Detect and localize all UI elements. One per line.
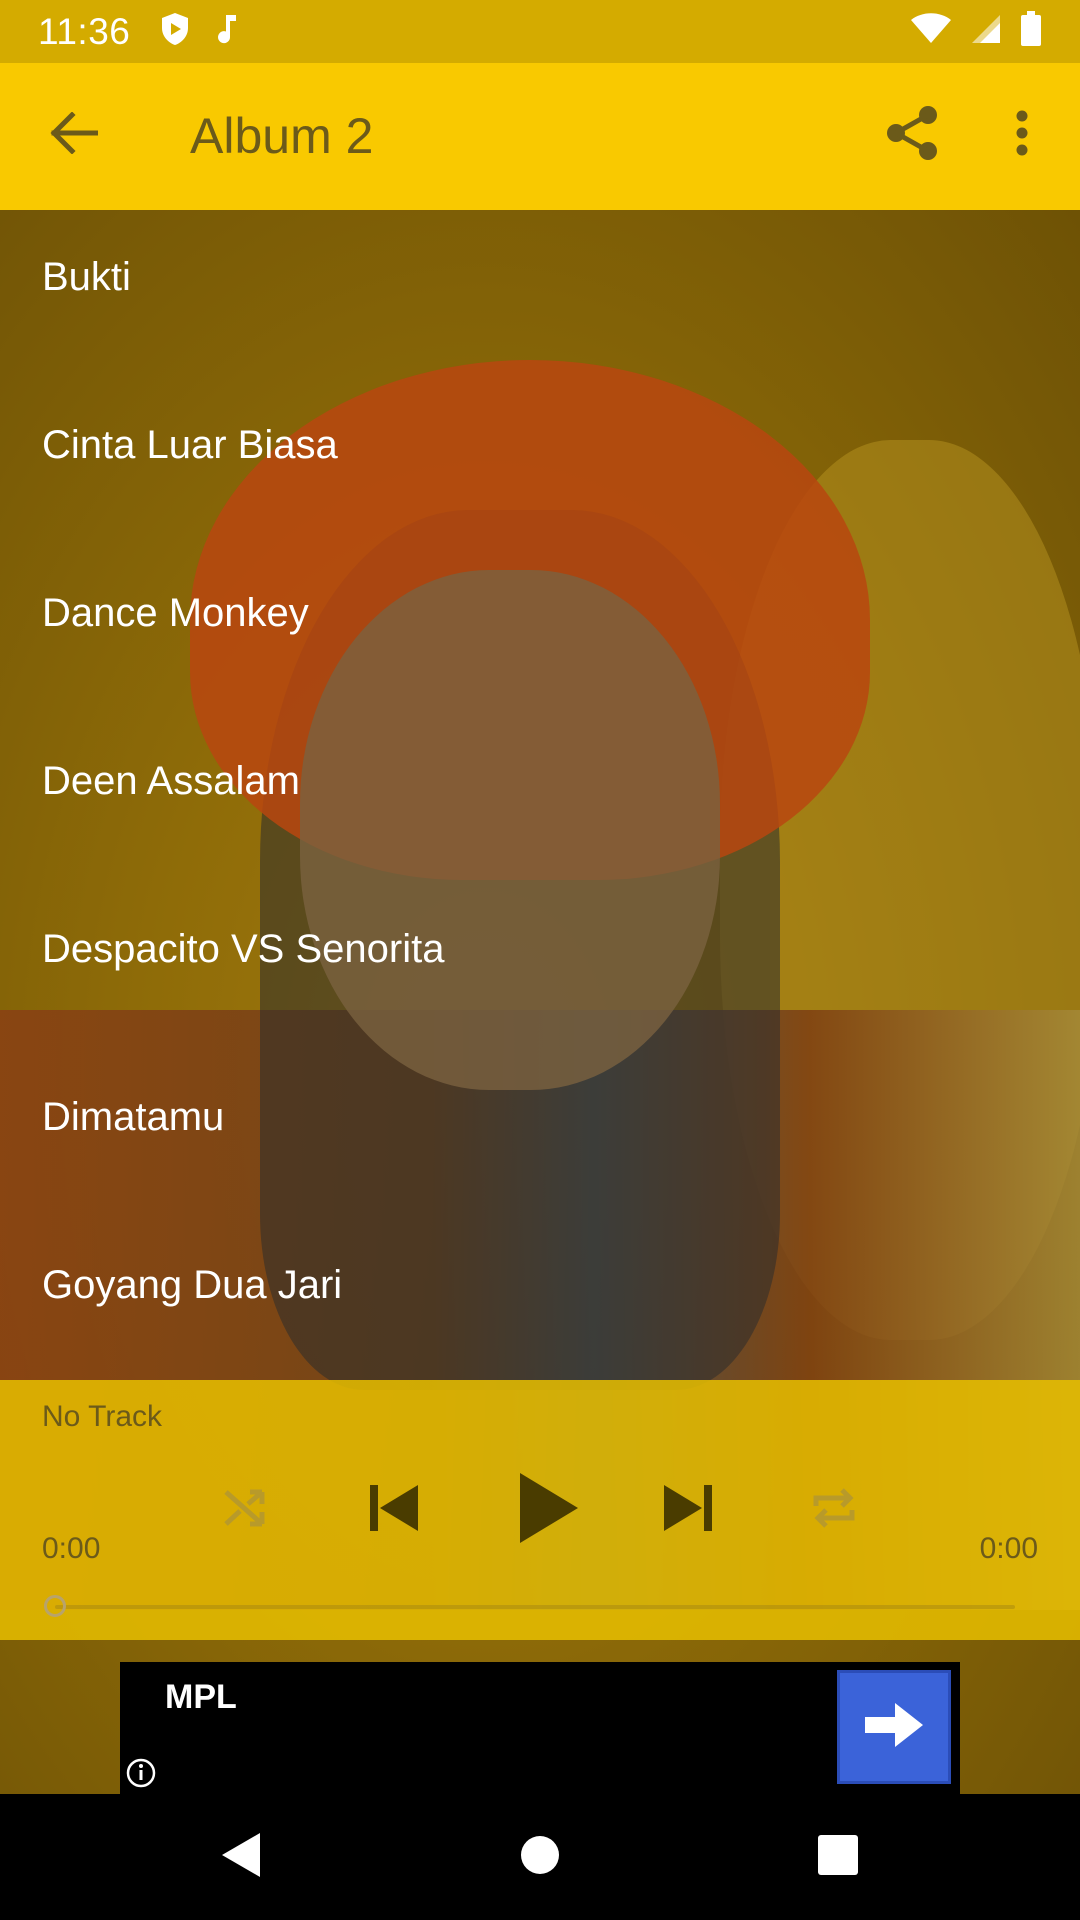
track-title: Cinta Luar Biasa xyxy=(42,422,338,467)
screen: 11:36 Album 2 Bukti Cinta Luar Biasa Dan… xyxy=(0,0,1080,1920)
status-bar: 11:36 xyxy=(0,0,1080,63)
status-time: 11:36 xyxy=(38,10,131,52)
wifi-icon xyxy=(910,13,952,50)
play-button[interactable] xyxy=(508,1468,588,1552)
track-item[interactable]: Dimatamu xyxy=(42,1067,1042,1167)
cellular-signal-icon xyxy=(970,13,1002,50)
track-item[interactable]: Goyang Dua Jari xyxy=(42,1235,1042,1335)
share-button[interactable] xyxy=(880,103,944,167)
skip-previous-icon xyxy=(368,1483,420,1538)
skip-next-icon xyxy=(662,1483,714,1538)
repeat-button[interactable] xyxy=(806,1482,862,1538)
ad-cta-button[interactable] xyxy=(837,1670,951,1784)
current-time: 0:00 xyxy=(42,1532,101,1565)
music-note-icon xyxy=(216,13,240,50)
track-title: Despacito VS Senorita xyxy=(42,926,445,971)
track-title: Bukti xyxy=(42,254,131,299)
next-button[interactable] xyxy=(658,1480,718,1540)
track-title: Deen Assalam xyxy=(42,758,300,803)
repeat-icon xyxy=(810,1486,858,1535)
track-item[interactable]: Dance Monkey xyxy=(42,563,1042,663)
ad-banner[interactable]: MPL xyxy=(120,1662,960,1794)
more-options-button[interactable] xyxy=(1000,103,1044,167)
more-vertical-icon xyxy=(1015,110,1029,161)
play-icon xyxy=(516,1471,580,1550)
track-title: Goyang Dua Jari xyxy=(42,1262,343,1307)
track-item[interactable]: Bukti xyxy=(42,227,1042,327)
share-icon xyxy=(886,105,938,166)
status-icons-left xyxy=(160,12,240,51)
track-item[interactable]: Despacito VS Senorita xyxy=(42,899,1042,999)
ad-title: MPL xyxy=(165,1678,237,1716)
nav-back-button[interactable] xyxy=(207,1824,273,1890)
track-item[interactable]: Deen Assalam xyxy=(42,731,1042,831)
total-time: 0:00 xyxy=(979,1532,1038,1565)
player-panel: No Track 0:00 0:00 xyxy=(0,1380,1080,1640)
system-nav-bar xyxy=(0,1794,1080,1920)
track-title: Dimatamu xyxy=(42,1094,225,1139)
back-button[interactable] xyxy=(44,105,104,165)
shuffle-icon xyxy=(222,1486,270,1535)
seek-bar[interactable] xyxy=(55,1605,1015,1609)
previous-button[interactable] xyxy=(364,1480,424,1540)
shield-icon xyxy=(160,12,190,51)
back-triangle-icon xyxy=(218,1831,262,1884)
arrow-right-icon xyxy=(863,1700,925,1755)
page-title: Album 2 xyxy=(190,108,374,164)
info-icon[interactable] xyxy=(126,1758,156,1788)
nav-home-button[interactable] xyxy=(507,1824,573,1890)
now-playing-label: No Track xyxy=(42,1400,163,1433)
battery-icon xyxy=(1020,11,1042,52)
nav-recents-button[interactable] xyxy=(805,1824,871,1890)
seek-thumb[interactable] xyxy=(44,1595,66,1617)
track-item[interactable]: Cinta Luar Biasa xyxy=(42,395,1042,495)
track-title: Dance Monkey xyxy=(42,590,309,635)
arrow-back-icon xyxy=(50,110,99,159)
recents-square-icon xyxy=(818,1834,858,1880)
shuffle-button[interactable] xyxy=(218,1482,274,1538)
home-circle-icon xyxy=(520,1835,560,1880)
app-bar: Album 2 xyxy=(0,63,1080,210)
status-icons-right xyxy=(910,11,1042,52)
